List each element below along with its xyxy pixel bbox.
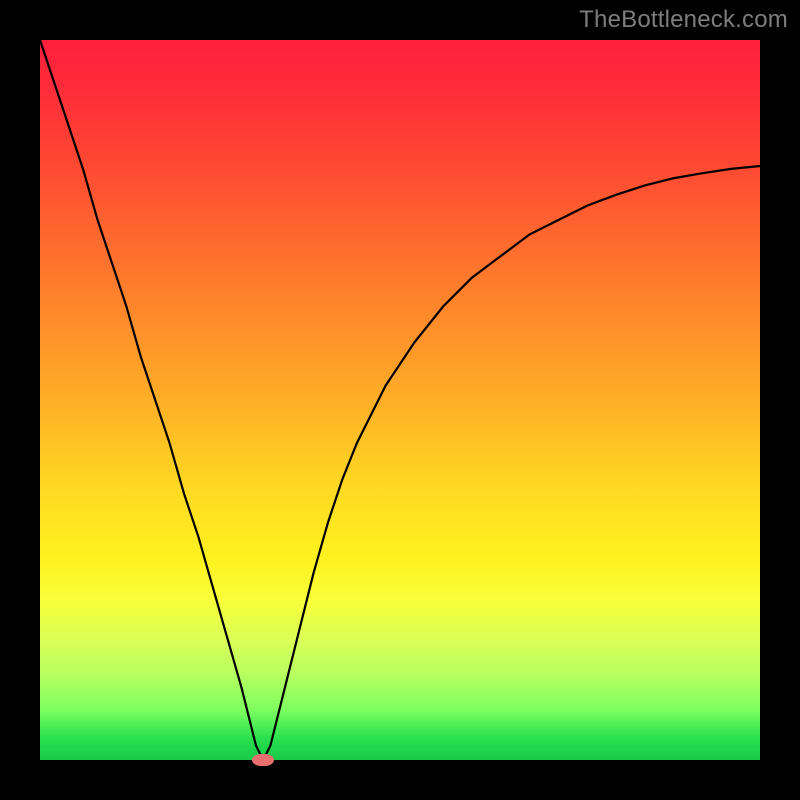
- curve-svg: [40, 40, 760, 760]
- plot-area: [40, 40, 760, 760]
- watermark-text: TheBottleneck.com: [579, 6, 788, 34]
- outer-frame: TheBottleneck.com: [0, 0, 800, 800]
- bottleneck-curve: [40, 40, 760, 760]
- min-marker: [252, 754, 274, 766]
